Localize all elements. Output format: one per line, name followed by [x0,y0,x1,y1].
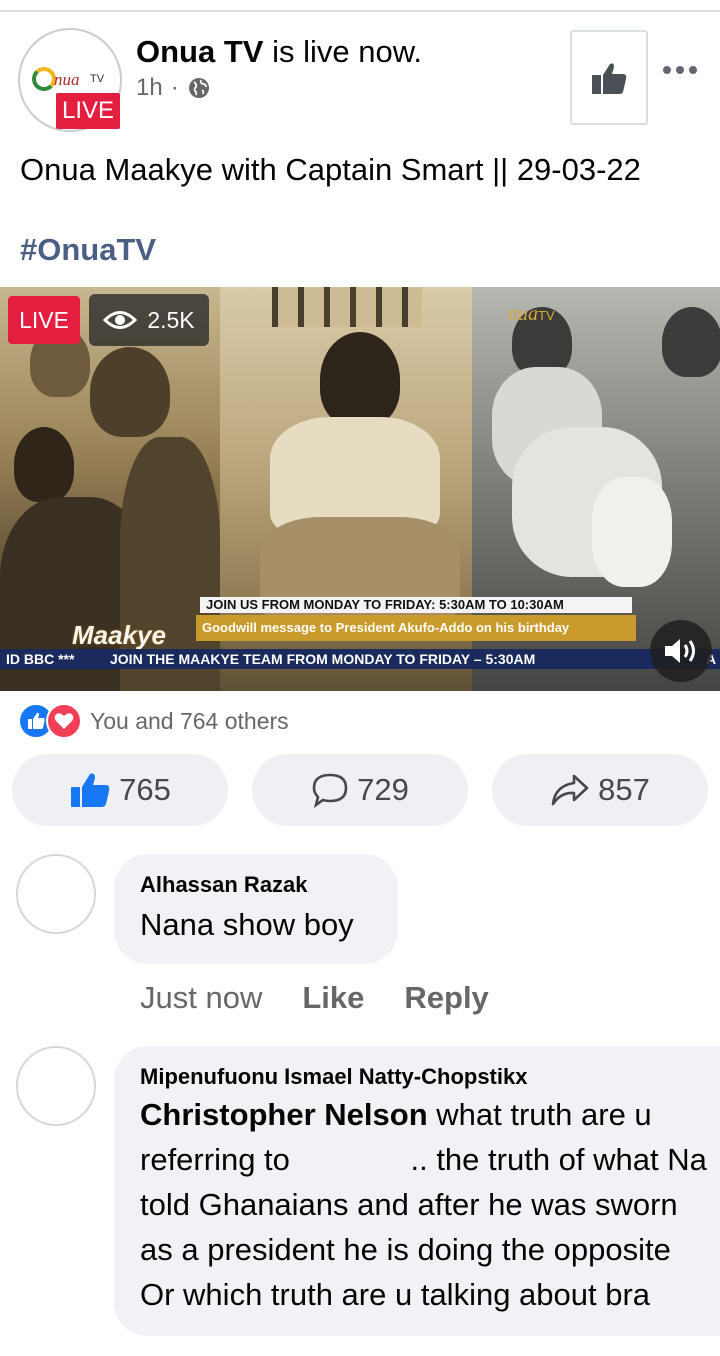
like-page-button[interactable] [570,30,648,125]
ticker-crawl-left: ID BBC *** [6,651,75,667]
hashtag-link[interactable]: #OnuaTV [20,232,156,268]
live-badge: LIVE [56,93,120,129]
post-author-line: Onua TV is live now. [136,34,422,70]
comment-reply-button[interactable]: Reply [404,980,488,1016]
thumbs-up-icon [592,62,627,94]
like-count: 765 [119,772,171,807]
post-text: Onua Maakye with Captain Smart || 29-03-… [20,152,641,187]
post-meta: 1h · [136,74,211,102]
comment-text: Nana show boy [140,907,354,942]
speaker-icon [665,639,695,663]
viewer-count-value: 2.5K [147,306,195,333]
ticker-crawl: ID BBC *** JOIN THE MAAKYE TEAM FROM MON… [0,649,720,669]
share-count: 857 [598,772,650,807]
commenter-name[interactable]: Mipenufuonu Ismael Natty-Chopstikx [140,1064,720,1090]
comment-text-line: Christopher Nelson what truth are u [140,1097,652,1132]
show-logo: Maakye [72,620,166,650]
love-reaction-icon [46,703,82,739]
comment-button[interactable]: 729 [252,754,468,826]
dot-icon [689,66,697,74]
reactions-count-text: You and 764 others [90,707,289,734]
live-status-text: is live now. [272,34,422,69]
comment-text-line: Or which truth are u talking about bra [140,1277,651,1312]
comment-like-button[interactable]: Like [302,980,364,1016]
comment-text-line: as a president he is doing the opposite [140,1232,671,1267]
top-divider [0,10,720,12]
channel-watermark: nuaTV [508,303,555,325]
ticker-crawl-text: JOIN THE MAAKYE TEAM FROM MONDAY TO FRID… [110,651,536,667]
comment-text-line: told Ghanaians and after he was sworn [140,1187,678,1222]
comment-actions: Just now Like Reply [140,980,489,1016]
video-live-badge: LIVE [8,296,80,344]
dot-icon [676,66,684,74]
share-button[interactable]: 857 [492,754,708,826]
eye-icon [103,311,138,329]
thumbs-up-icon [71,773,110,807]
onua-tv-logo: nua TV [28,64,116,94]
viewer-count: 2.5K [89,294,209,346]
comment-icon [312,773,348,808]
commenter-name[interactable]: Alhassan Razak [140,872,372,898]
mention-link[interactable]: Christopher Nelson [140,1097,428,1132]
globe-icon [188,78,209,98]
share-icon [551,774,589,806]
dot-icon [663,66,671,74]
comment-count: 729 [357,772,409,807]
comment-text-line: referring to .. the truth of what Na [140,1142,707,1177]
ticker-schedule: JOIN US FROM MONDAY TO FRIDAY: 5:30AM TO… [200,597,632,613]
more-options-button[interactable] [656,56,704,84]
reactions-summary[interactable]: You and 764 others [18,703,289,739]
author-name[interactable]: Onua TV [136,34,263,69]
commenter-avatar[interactable] [16,854,96,934]
comment-time: Just now [140,980,263,1015]
like-button[interactable]: 765 [12,754,228,826]
sound-toggle-button[interactable] [650,620,712,682]
commenter-avatar[interactable] [16,1046,96,1126]
meta-separator: · [170,74,179,101]
comment-bubble: Mipenufuonu Ismael Natty-Chopstikx Chris… [114,1046,720,1336]
ticker-headline: Goodwill message to President Akufo-Addo… [196,615,636,641]
comment-bubble: Alhassan Razak Nana show boy [114,854,398,964]
live-video-player[interactable]: LIVE 2.5K nuaTV JOIN US FROM MONDAY TO F… [0,287,720,691]
post-time[interactable]: 1h [136,74,163,102]
